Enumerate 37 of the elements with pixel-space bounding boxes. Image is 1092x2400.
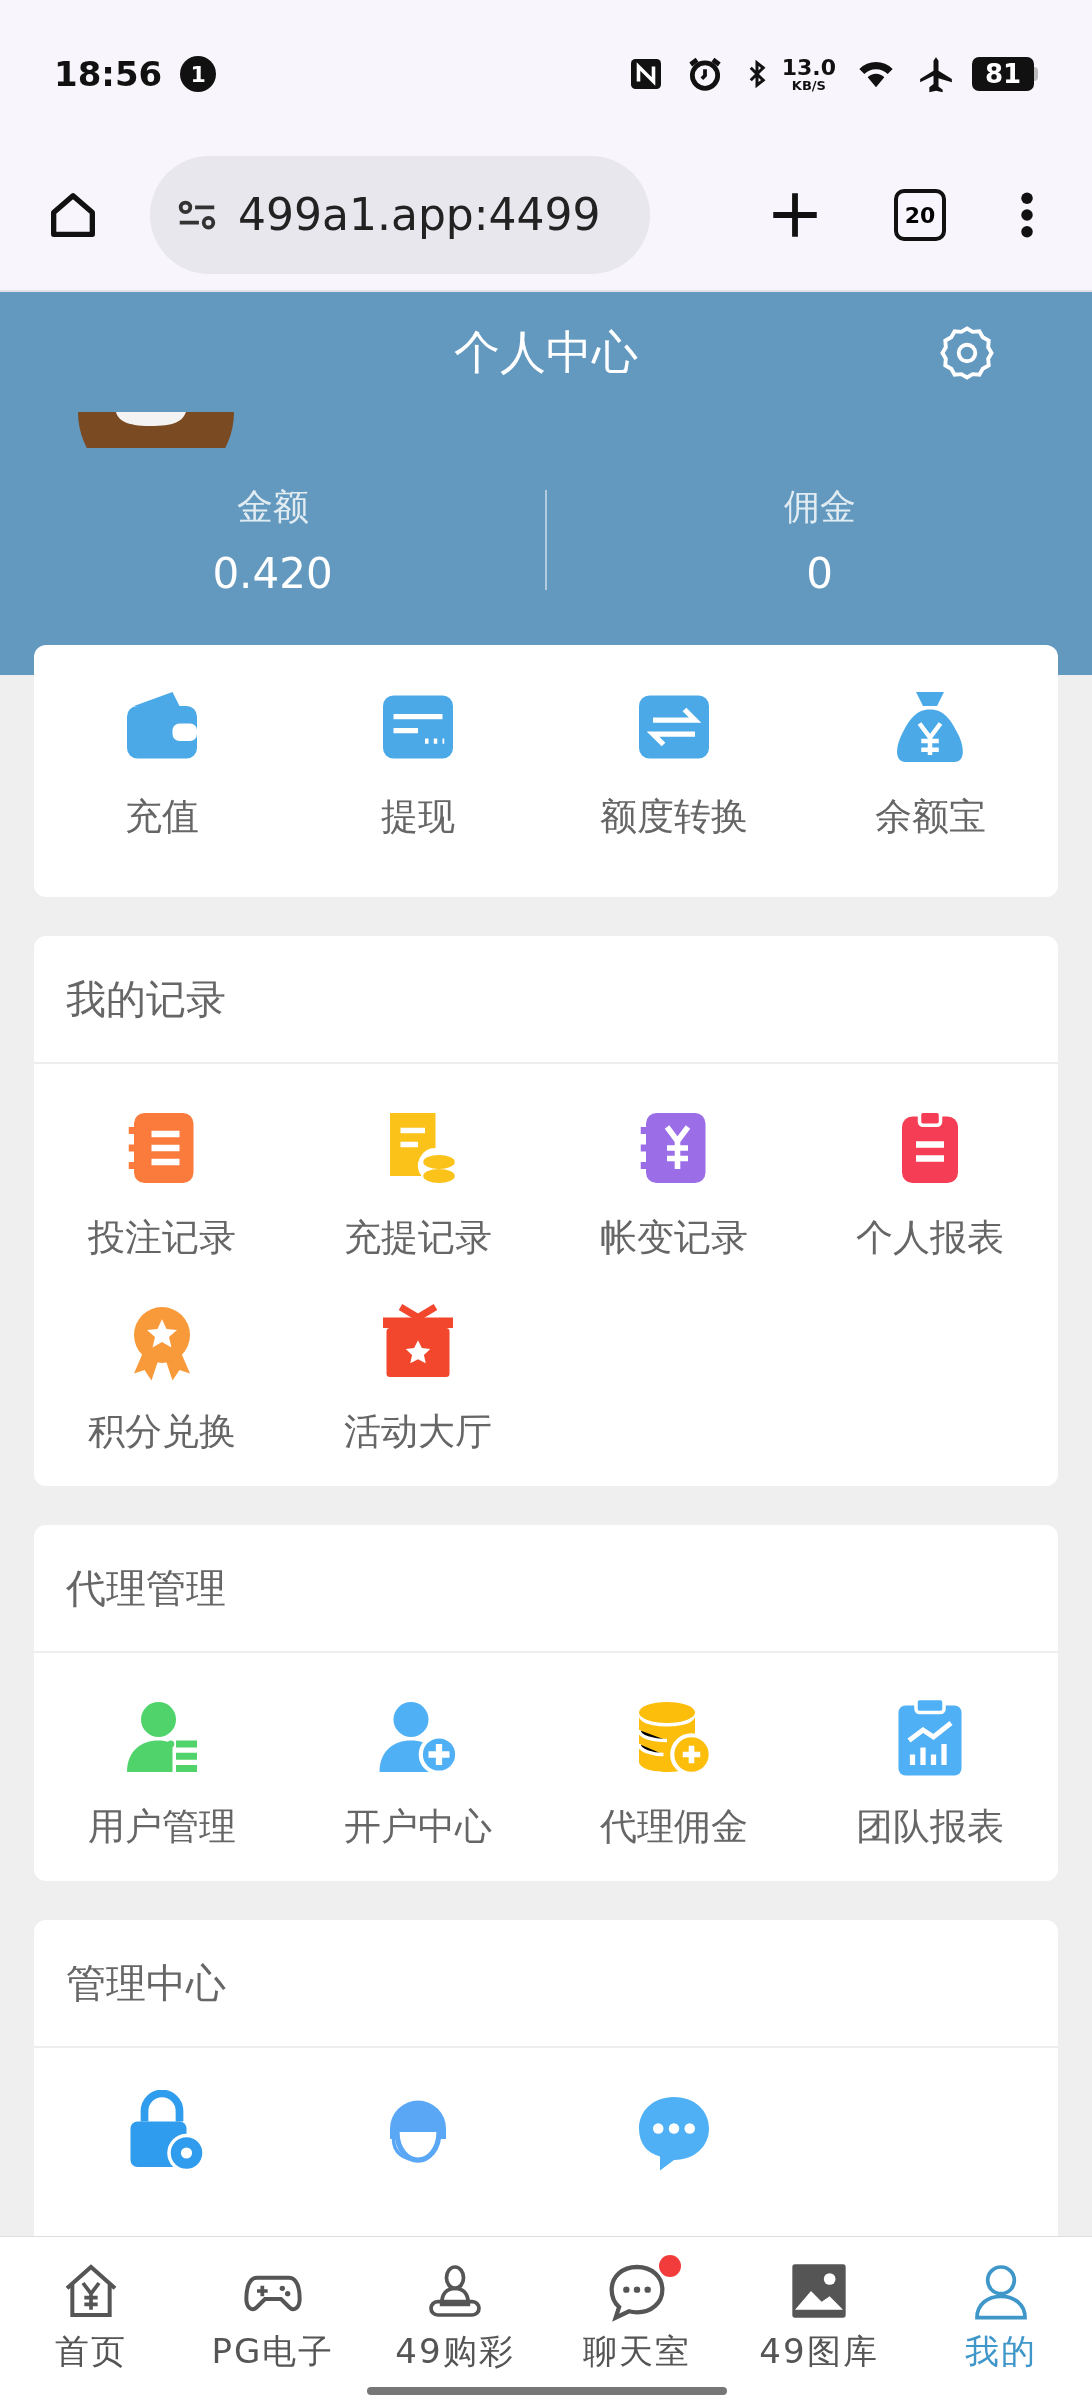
clock-time: 18:56: [54, 52, 163, 96]
battery-level: 81: [972, 57, 1034, 91]
menu-label[interactable]: 用户管理: [88, 1803, 236, 1851]
menu-label[interactable]: 代理佣金: [600, 1803, 748, 1851]
menu-label[interactable]: 积分兑换: [88, 1408, 236, 1456]
menu-label[interactable]: 帐变记录: [600, 1214, 748, 1262]
notification-count: 1: [180, 56, 217, 92]
stat-value: 0.420: [212, 548, 333, 600]
menu-label[interactable]: 个人报表: [856, 1214, 1004, 1262]
stat-label: 佣金: [783, 485, 856, 529]
menu-label[interactable]: 活动大厅: [344, 1408, 492, 1456]
nav-tab[interactable]: PG电子: [182, 2237, 364, 2400]
nav-tab[interactable]: 我的: [910, 2237, 1092, 2400]
nav-tab[interactable]: 首页: [0, 2237, 182, 2400]
speed-unit: KB/S: [791, 78, 826, 92]
nav-tab[interactable]: 聊天室: [546, 2237, 728, 2400]
section-title: 代理管理: [66, 1564, 226, 1613]
menu-label[interactable]: 开户中心: [344, 1803, 492, 1851]
menu-label[interactable]: 余额宝: [874, 793, 986, 841]
section-title: 管理中心: [66, 1959, 226, 2008]
tab-count-button[interactable]: 20: [894, 189, 946, 241]
menu-icon: [1020, 192, 1034, 238]
stat-label: 金额: [236, 485, 309, 529]
menu-label[interactable]: 提现: [381, 793, 455, 841]
menu-label[interactable]: 投注记录: [88, 1214, 236, 1262]
section-title: 我的记录: [66, 975, 226, 1024]
address-bar[interactable]: 499a1.app:4499: [150, 156, 650, 274]
menu-label[interactable]: 额度转换: [600, 793, 748, 841]
network-speed: 13.0: [781, 56, 836, 79]
url-text: 499a1.app:4499: [238, 188, 601, 242]
menu-label[interactable]: 充值: [125, 793, 199, 841]
nav-tab[interactable]: 49图库: [728, 2237, 910, 2400]
page-title: 个人中心: [454, 323, 638, 381]
menu-label[interactable]: 团队报表: [856, 1803, 1004, 1851]
stat-value: 0: [806, 548, 833, 600]
nav-tab[interactable]: 49购彩: [364, 2237, 546, 2400]
menu-label[interactable]: 充提记录: [344, 1214, 492, 1262]
